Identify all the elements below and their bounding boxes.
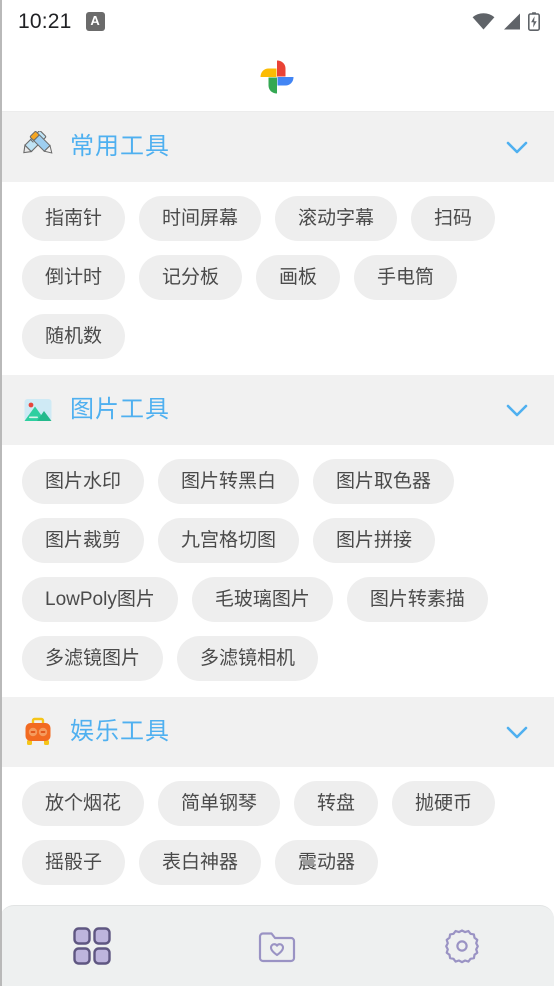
- tool-chip[interactable]: 图片水印: [22, 459, 145, 504]
- chip-area-image-tools: 图片水印 图片转黑白 图片取色器 图片裁剪 九宫格切图 图片拼接 LowPoly…: [0, 445, 554, 697]
- signal-icon: [502, 13, 521, 30]
- image-landscape-icon: [22, 394, 54, 426]
- status-bar: 10:21 A: [0, 0, 554, 42]
- tool-chip[interactable]: LowPoly图片: [22, 577, 178, 622]
- tool-chip[interactable]: 图片转黑白: [158, 459, 300, 504]
- left-edge-divider: [0, 0, 2, 986]
- tool-chip[interactable]: 抛硬币: [392, 781, 496, 826]
- tool-chip[interactable]: 简单钢琴: [158, 781, 281, 826]
- tool-chip[interactable]: 记分板: [139, 255, 243, 300]
- tool-chip[interactable]: 图片拼接: [313, 518, 436, 563]
- pencil-ruler-icon: [22, 131, 54, 163]
- tool-chip[interactable]: 放个烟花: [22, 781, 145, 826]
- battery-charging-icon: [528, 11, 540, 31]
- chevron-down-icon[interactable]: [502, 132, 532, 162]
- tool-chip[interactable]: 滚动字幕: [275, 196, 398, 241]
- tool-chip[interactable]: 手电筒: [354, 255, 458, 300]
- tool-chip[interactable]: 时间屏幕: [139, 196, 262, 241]
- status-bar-right: [472, 11, 540, 31]
- tool-chip[interactable]: 表白神器: [139, 840, 262, 885]
- tool-chip[interactable]: 多滤镜相机: [177, 636, 319, 681]
- nav-item-favorites[interactable]: [185, 906, 370, 986]
- tool-chip[interactable]: 图片取色器: [313, 459, 455, 504]
- chevron-down-icon[interactable]: [502, 395, 532, 425]
- tool-chip[interactable]: 扫码: [411, 196, 496, 241]
- tool-chip[interactable]: 图片转素描: [346, 577, 488, 622]
- bottom-navigation-bar: [0, 905, 554, 986]
- section-header-entertainment-tools[interactable]: 娱乐工具: [0, 697, 554, 767]
- grid-icon: [71, 925, 113, 967]
- folder-heart-icon: [257, 928, 297, 964]
- nav-item-tools[interactable]: [0, 906, 185, 986]
- nav-item-settings[interactable]: [369, 906, 554, 986]
- tool-chip[interactable]: 随机数: [22, 314, 126, 359]
- tool-chip[interactable]: 摇骰子: [22, 840, 126, 885]
- tool-chip[interactable]: 指南针: [22, 196, 126, 241]
- section-header-common-tools[interactable]: 常用工具: [0, 112, 554, 182]
- toy-radio-icon: [22, 716, 54, 748]
- app-root: 10:21 A 常用工具 指南针 时间屏幕 滚动字幕 扫码 倒计时 记分板 画板…: [0, 0, 554, 986]
- section-title-common-tools: 常用工具: [70, 133, 170, 160]
- notification-badge-icon: A: [85, 11, 105, 31]
- section-title-entertainment-tools: 娱乐工具: [70, 718, 170, 745]
- status-clock: 10:21: [18, 9, 72, 33]
- tool-chip[interactable]: 震动器: [275, 840, 379, 885]
- tool-chip[interactable]: 倒计时: [22, 255, 126, 300]
- chevron-down-icon[interactable]: [502, 717, 532, 747]
- tool-chip[interactable]: 毛玻璃图片: [191, 577, 333, 622]
- section-title-image-tools: 图片工具: [70, 396, 170, 423]
- app-logo-header: [0, 42, 554, 112]
- gear-icon: [442, 926, 482, 966]
- tool-chip[interactable]: 图片裁剪: [22, 518, 145, 563]
- status-bar-left: 10:21 A: [18, 11, 105, 32]
- chip-area-entertainment-tools: 放个烟花 简单钢琴 转盘 抛硬币 摇骰子 表白神器 震动器: [0, 767, 554, 901]
- tool-chip[interactable]: 九宫格切图: [158, 518, 300, 563]
- tool-chip[interactable]: 多滤镜图片: [22, 636, 164, 681]
- wifi-icon: [472, 12, 495, 30]
- section-header-image-tools[interactable]: 图片工具: [0, 375, 554, 445]
- tool-chip[interactable]: 画板: [256, 255, 341, 300]
- google-photos-pinwheel-logo-icon: [255, 55, 299, 99]
- tools-scroll-container[interactable]: 常用工具 指南针 时间屏幕 滚动字幕 扫码 倒计时 记分板 画板 手电筒 随机数: [0, 112, 554, 905]
- chip-area-common-tools: 指南针 时间屏幕 滚动字幕 扫码 倒计时 记分板 画板 手电筒 随机数: [0, 182, 554, 375]
- tool-chip[interactable]: 转盘: [294, 781, 379, 826]
